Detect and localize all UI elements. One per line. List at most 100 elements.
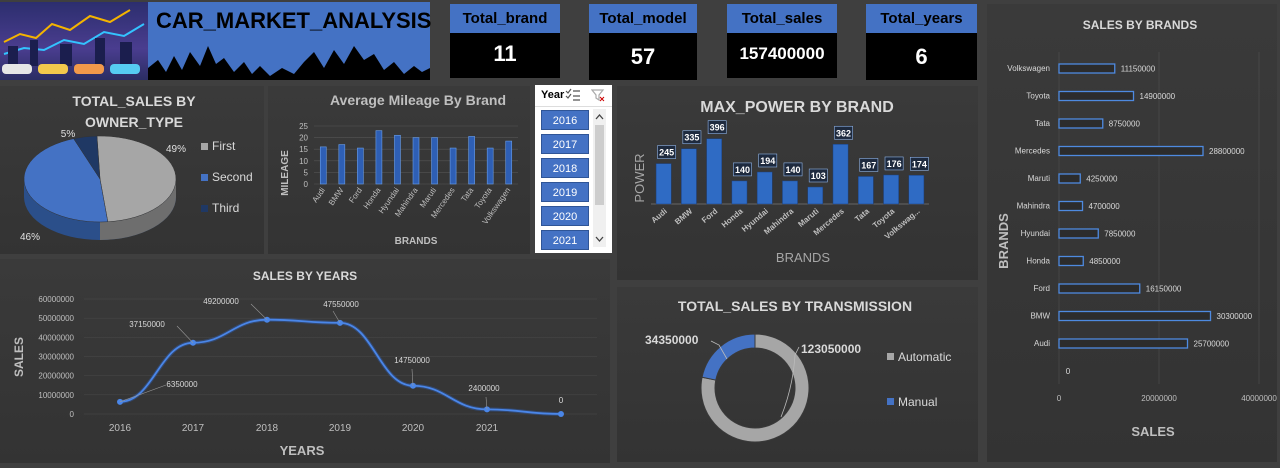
year-slicer[interactable]: Year 2016 2017 2018 2019 2020 2021 <box>535 85 612 253</box>
y-tick-label: 25 <box>299 122 308 131</box>
legend-swatch <box>887 398 894 405</box>
bar-hyundai <box>1058 228 1099 239</box>
legend-entry-manual: Manual <box>898 395 937 409</box>
x-axis-title: BRANDS <box>776 250 831 265</box>
kpi-label: Total_years <box>866 4 977 33</box>
data-label: 194 <box>760 156 775 166</box>
y-tick-label: Audi <box>1034 339 1050 348</box>
x-tick-label: 2018 <box>256 423 279 434</box>
x-tick-label: Tata <box>853 206 871 223</box>
kpi-value: 11 <box>450 33 560 78</box>
chart-title: MAX_POWER BY BRAND <box>700 99 894 116</box>
slicer-item-2021[interactable]: 2021 <box>541 230 589 250</box>
bar-bmw <box>338 144 346 185</box>
slicer-item-2018[interactable]: 2018 <box>541 158 589 178</box>
sales-by-brands-bar-chart: SALES BY BRANDS 0 20000000 40000000 11150000… <box>996 18 1277 439</box>
y-tick-label: 20 <box>299 134 308 143</box>
slicer-item-2020[interactable]: 2020 <box>541 206 589 226</box>
scroll-down-icon[interactable] <box>593 234 606 244</box>
y-tick-label: Honda <box>1026 257 1050 266</box>
bar-audi <box>655 163 672 205</box>
y-tick-label: Ford <box>1034 284 1050 293</box>
y-tick-label: 40000000 <box>38 333 74 342</box>
owner-type-chart-panel: TOTAL_SALES BY OWNER_TYPE 49% 46% 5% First… <box>0 86 264 254</box>
bar-volkswag... <box>908 175 925 205</box>
slicer-item-2016[interactable]: 2016 <box>541 110 589 130</box>
data-label: 174 <box>912 159 927 169</box>
bar-toyota <box>1058 90 1135 102</box>
data-label: 335 <box>684 133 699 143</box>
bar-audi <box>319 146 327 185</box>
data-label: 4850000 <box>1089 257 1121 266</box>
x-tick-label: Audi <box>650 207 669 225</box>
data-label: 103 <box>811 171 826 181</box>
y-tick-label: Volkswagen <box>1007 64 1050 73</box>
bar-bmw <box>1058 310 1212 322</box>
y-tick-label: Mahindra <box>1017 202 1051 211</box>
y-tick-label: 30000000 <box>38 353 74 362</box>
y-tick-label: 10 <box>299 157 308 166</box>
slicer-item-2019[interactable]: 2019 <box>541 182 589 202</box>
legend-entry-first: First <box>212 139 236 153</box>
data-label: 16150000 <box>1146 285 1182 294</box>
y-tick-label: Toyota <box>1026 92 1050 101</box>
chart-title: TOTAL_SALES BY TRANSMISSION <box>678 298 912 314</box>
bar-mahindra <box>412 137 420 185</box>
owner-type-pie-chart: TOTAL_SALES BY OWNER_TYPE 49% 46% 5% First… <box>20 93 253 243</box>
bar-bmw <box>681 148 697 205</box>
x-tick-label: 2016 <box>109 423 132 434</box>
data-label: 4700000 <box>1089 202 1121 211</box>
scroll-up-icon[interactable] <box>593 112 606 122</box>
kpi-value: 157400000 <box>727 33 837 78</box>
scrollbar-thumb[interactable] <box>595 125 604 205</box>
y-tick-label: 60000000 <box>38 295 74 304</box>
legend-swatch <box>201 205 208 212</box>
data-label: 140 <box>735 165 750 175</box>
bar-mercedes <box>449 147 457 185</box>
data-label: 2400000 <box>468 384 500 393</box>
data-label: 28800000 <box>1209 147 1245 156</box>
y-tick-label: 10000000 <box>38 391 74 400</box>
bar-mercedes <box>1058 145 1204 157</box>
kpi-total-model: Total_model 57 <box>589 4 697 80</box>
y-tick-label: BMW <box>1030 312 1050 321</box>
kpi-label: Total_model <box>589 4 697 33</box>
title-bar-waveform <box>148 46 430 80</box>
sales-by-years-line-chart: SALES BY YEARS 60000000 50000000 40000000 30… <box>12 269 597 458</box>
x-tick-label: Tata <box>459 186 475 204</box>
max-power-bar-chart: MAX_POWER BY BRAND 245 Audi 335 BMW 396 Ford 14… <box>632 99 929 265</box>
data-label: 30300000 <box>1217 312 1253 321</box>
clear-filter-icon[interactable] <box>591 88 605 102</box>
bar-volkswagen <box>1058 63 1116 74</box>
data-label: 47550000 <box>323 300 359 309</box>
x-tick-label: BMW <box>327 186 346 208</box>
y-tick-label: Maruti <box>1028 174 1050 183</box>
bar-volkswagen <box>505 140 513 185</box>
y-tick-label: 5 <box>304 168 309 177</box>
data-label: 0 <box>559 396 564 405</box>
y-tick-label: 20000000 <box>38 372 74 381</box>
y-tick-label: 0 <box>70 410 75 419</box>
slicer-title: Year <box>541 89 565 101</box>
kpi-total-sales: Total_sales 157400000 <box>727 4 837 78</box>
data-label: 49200000 <box>203 297 239 306</box>
slicer-scrollbar[interactable] <box>593 109 606 247</box>
data-label: 6350000 <box>166 380 198 389</box>
multi-select-icon[interactable] <box>565 88 581 102</box>
slicer-item-2017[interactable]: 2017 <box>541 134 589 154</box>
legend-swatch <box>887 353 894 360</box>
bar-maruti <box>431 137 438 185</box>
y-axis-title: POWER <box>632 153 647 202</box>
legend-swatch <box>201 174 208 181</box>
bar-hyundai <box>394 134 401 185</box>
pie-data-label: 46% <box>20 232 40 243</box>
data-label: 14900000 <box>1140 92 1176 101</box>
x-axis-title: SALES <box>1131 424 1175 439</box>
x-tick-label: Audi <box>310 186 327 204</box>
bar-ford <box>357 147 364 185</box>
y-tick-label: Mercedes <box>1015 147 1050 156</box>
x-tick-label: 2021 <box>476 423 499 434</box>
x-tick-label: 2017 <box>182 423 205 434</box>
series-line-glow <box>119 317 562 416</box>
x-tick-label: 20000000 <box>1141 394 1177 403</box>
